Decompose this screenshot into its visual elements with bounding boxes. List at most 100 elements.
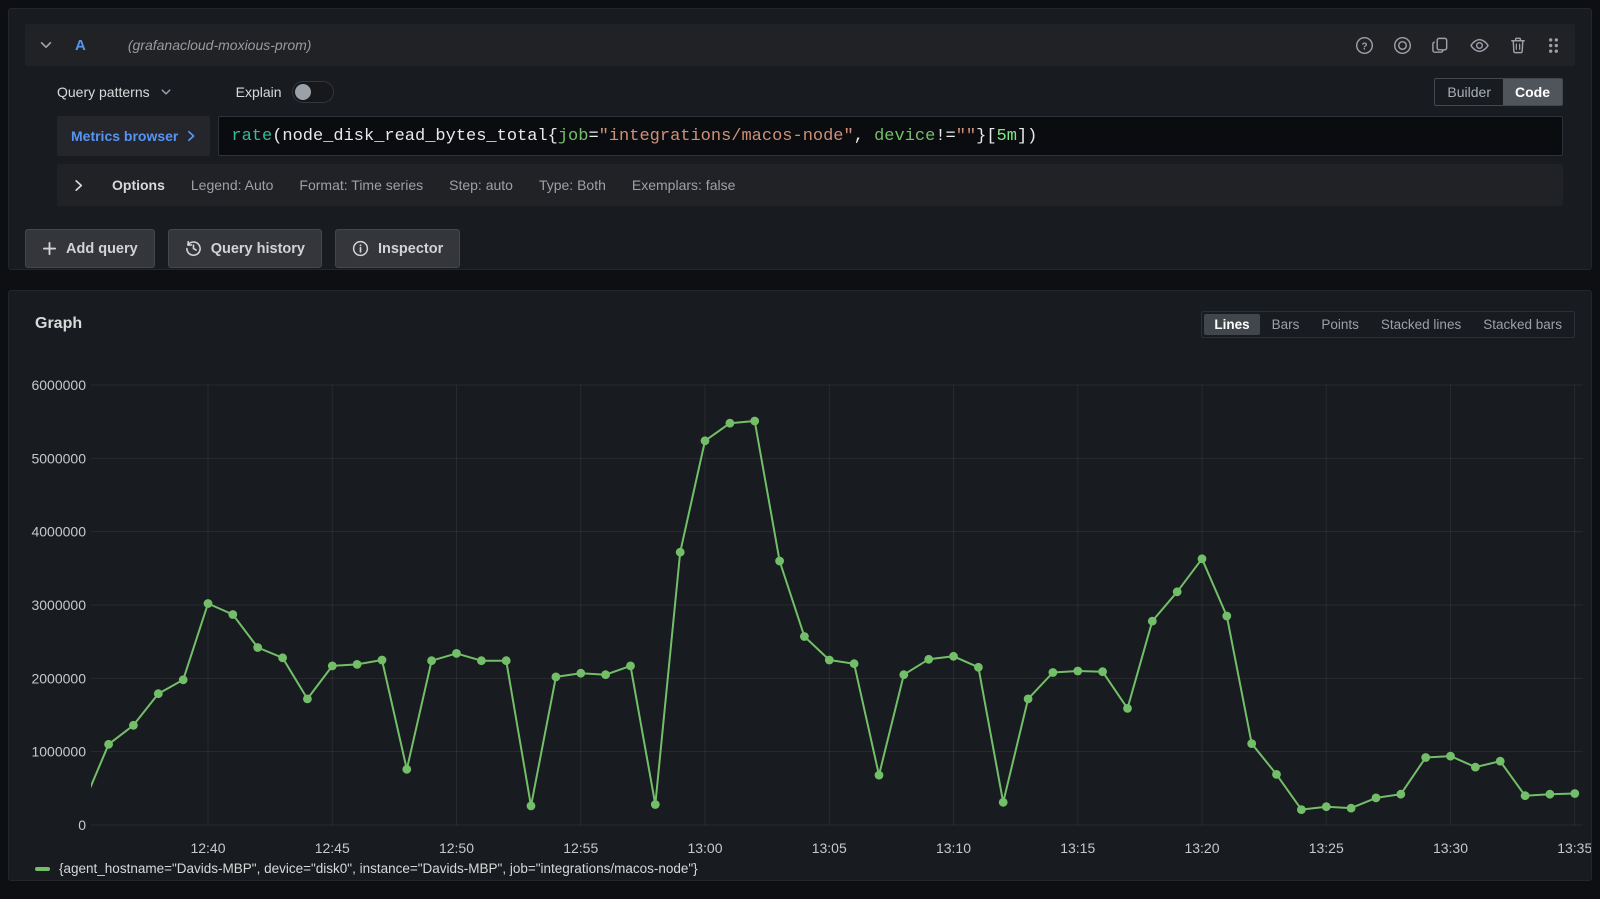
data-point[interactable] xyxy=(154,689,163,698)
data-point[interactable] xyxy=(353,660,362,669)
data-point[interactable] xyxy=(601,670,610,679)
data-point[interactable] xyxy=(179,675,188,684)
query-history-button[interactable]: Query history xyxy=(168,229,322,268)
data-point[interactable] xyxy=(750,417,759,426)
data-point[interactable] xyxy=(1372,794,1381,803)
help-circle-icon[interactable]: ? xyxy=(1355,36,1374,55)
data-point[interactable] xyxy=(1123,704,1132,713)
data-point[interactable] xyxy=(1297,805,1306,814)
options-expand-icon[interactable] xyxy=(73,179,84,192)
data-point[interactable] xyxy=(527,802,536,811)
data-point[interactable] xyxy=(1347,804,1356,813)
graph-mode-bars[interactable]: Bars xyxy=(1262,314,1310,335)
data-point[interactable] xyxy=(800,632,809,641)
data-point[interactable] xyxy=(278,653,287,662)
data-point[interactable] xyxy=(204,599,213,608)
data-point[interactable] xyxy=(452,649,461,658)
query-header-row[interactable]: A (grafanacloud-moxious-prom) ? xyxy=(25,24,1575,66)
data-point[interactable] xyxy=(104,740,113,749)
data-point[interactable] xyxy=(1421,753,1430,762)
builder-mode-button[interactable]: Builder xyxy=(1435,79,1503,105)
toggle-knob xyxy=(295,84,311,100)
data-point[interactable] xyxy=(502,656,511,665)
data-point[interactable] xyxy=(1073,667,1082,676)
data-point[interactable] xyxy=(825,656,834,665)
legend-series-label: {agent_hostname="Davids-MBP", device="di… xyxy=(59,861,698,876)
options-stat: Format: Time series xyxy=(299,177,423,193)
code-mode-button[interactable]: Code xyxy=(1503,79,1562,105)
graph-legend[interactable]: {agent_hostname="Davids-MBP", device="di… xyxy=(35,861,698,876)
inspector-button[interactable]: Inspector xyxy=(335,229,460,268)
options-row[interactable]: Options Legend: AutoFormat: Time seriesS… xyxy=(57,164,1563,206)
data-point[interactable] xyxy=(701,436,710,445)
data-point[interactable] xyxy=(626,662,635,671)
metrics-browser-label: Metrics browser xyxy=(71,128,178,144)
data-point[interactable] xyxy=(129,721,138,730)
data-point[interactable] xyxy=(676,548,685,557)
data-point[interactable] xyxy=(850,659,859,668)
record-circle-icon[interactable] xyxy=(1393,36,1412,55)
x-tick-label: 13:05 xyxy=(812,840,847,856)
data-point[interactable] xyxy=(1272,770,1281,779)
graph-mode-stacked-lines[interactable]: Stacked lines xyxy=(1371,314,1471,335)
graph-canvas[interactable]: 0100000020000003000000400000050000006000… xyxy=(9,346,1591,859)
trash-icon[interactable] xyxy=(1509,36,1527,55)
data-point[interactable] xyxy=(875,771,884,780)
graph-header: Graph LinesBarsPointsStacked linesStacke… xyxy=(9,291,1591,343)
data-point[interactable] xyxy=(1471,763,1480,772)
data-point[interactable] xyxy=(1198,554,1207,563)
graph-mode-points[interactable]: Points xyxy=(1311,314,1369,335)
data-point[interactable] xyxy=(1496,757,1505,766)
data-point[interactable] xyxy=(1521,791,1530,800)
data-point[interactable] xyxy=(1322,802,1331,811)
data-point[interactable] xyxy=(1148,617,1157,626)
data-point[interactable] xyxy=(1049,668,1058,677)
data-point[interactable] xyxy=(974,663,983,672)
data-point[interactable] xyxy=(402,765,411,774)
copy-icon[interactable] xyxy=(1431,36,1450,55)
data-point[interactable] xyxy=(1546,790,1555,799)
data-point[interactable] xyxy=(303,695,312,704)
data-point[interactable] xyxy=(1396,790,1405,799)
data-point[interactable] xyxy=(949,652,958,661)
graph-mode-stacked-bars[interactable]: Stacked bars xyxy=(1473,314,1572,335)
data-point[interactable] xyxy=(228,610,237,619)
data-point[interactable] xyxy=(253,643,262,652)
collapse-query-icon[interactable] xyxy=(39,38,53,52)
data-point[interactable] xyxy=(1247,739,1256,748)
data-point[interactable] xyxy=(79,799,88,808)
data-point[interactable] xyxy=(1446,752,1455,761)
data-point[interactable] xyxy=(1570,789,1579,798)
add-query-button[interactable]: Add query xyxy=(25,229,155,268)
data-point[interactable] xyxy=(328,662,337,671)
graph-panel: Graph LinesBarsPointsStacked linesStacke… xyxy=(8,290,1592,881)
x-tick-label: 13:10 xyxy=(936,840,971,856)
explain-toggle[interactable] xyxy=(292,81,334,103)
query-token: != xyxy=(935,127,955,146)
data-point[interactable] xyxy=(726,419,735,428)
data-point[interactable] xyxy=(1173,587,1182,596)
data-point[interactable] xyxy=(427,656,436,665)
graph-mode-lines[interactable]: Lines xyxy=(1204,314,1259,335)
data-point[interactable] xyxy=(899,670,908,679)
query-row: Metrics browser rate(node_disk_read_byte… xyxy=(57,116,1563,156)
data-point[interactable] xyxy=(775,557,784,566)
metrics-browser-button[interactable]: Metrics browser xyxy=(57,116,210,156)
data-point[interactable] xyxy=(999,798,1008,807)
editor-mode-switcher: Builder Code xyxy=(1434,78,1563,106)
data-point[interactable] xyxy=(1098,667,1107,676)
data-point[interactable] xyxy=(378,656,387,665)
data-point[interactable] xyxy=(924,655,933,664)
query-expression-input[interactable]: rate(node_disk_read_bytes_total{job="int… xyxy=(218,116,1563,156)
data-point[interactable] xyxy=(576,669,585,678)
data-point[interactable] xyxy=(651,800,660,809)
data-point[interactable] xyxy=(1024,695,1033,704)
y-tick-label: 6000000 xyxy=(31,377,86,393)
options-stat: Step: auto xyxy=(449,177,513,193)
drag-handle-icon[interactable] xyxy=(1546,36,1561,55)
data-point[interactable] xyxy=(552,673,561,682)
data-point[interactable] xyxy=(1222,612,1231,621)
query-patterns-dropdown[interactable]: Query patterns xyxy=(57,84,172,100)
eye-icon[interactable] xyxy=(1469,36,1490,55)
data-point[interactable] xyxy=(477,656,486,665)
